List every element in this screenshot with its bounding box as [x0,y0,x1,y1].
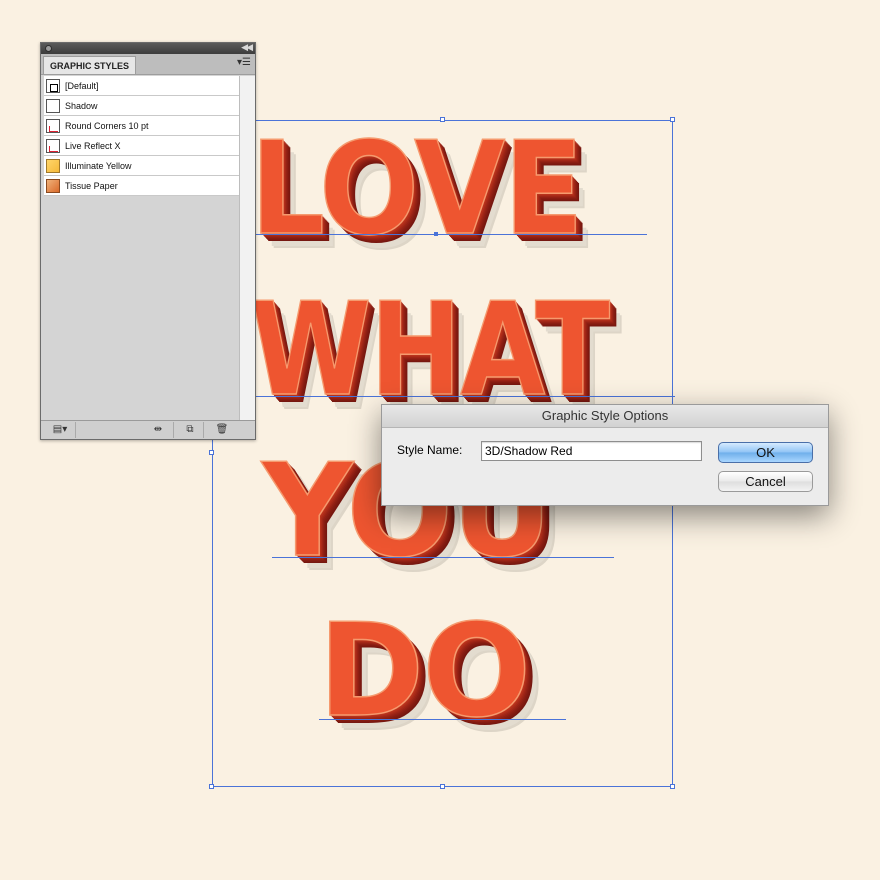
style-item-default[interactable]: [Default] [44,76,239,96]
styles-list: [Default] Shadow Round Corners 10 pt Liv… [44,76,239,196]
style-item-shadow[interactable]: Shadow [44,96,239,116]
style-item-label: Illuminate Yellow [65,160,132,171]
panel-close-icon[interactable] [45,45,52,52]
dialog-title[interactable]: Graphic Style Options [382,405,828,428]
ok-button[interactable]: OK [718,442,813,463]
style-item-label: Live Reflect X [65,140,121,151]
style-item-tissue-paper[interactable]: Tissue Paper [44,176,239,196]
shadow-style-icon [46,98,60,113]
graphic-styles-panel: ◀◀ GRAPHIC STYLES ▾☰ [Default] Shadow Ro… [40,42,256,440]
graphic-style-options-dialog: Graphic Style Options Style Name: OK Can… [381,404,829,506]
panel-collapse-icon[interactable]: ◀◀ [241,42,253,53]
handle-bottom-center[interactable] [440,784,445,789]
round-corners-style-icon [46,118,60,133]
panel-titlebar[interactable]: ◀◀ [41,42,255,54]
handle-top-right[interactable] [670,117,675,122]
panel-footer: ▤▾ ⇹ ⧉ 🗑 [41,420,255,439]
style-item-label: Shadow [65,100,98,111]
tissue-paper-style-icon [46,178,60,193]
style-name-label: Style Name: [397,443,463,457]
break-link-icon[interactable]: ⇹ [143,422,174,438]
style-item-round-corners[interactable]: Round Corners 10 pt [44,116,239,136]
live-reflect-style-icon [46,138,60,153]
illuminate-yellow-style-icon [46,158,60,173]
style-libraries-menu-icon[interactable]: ▤▾ [45,422,76,438]
trash-icon[interactable]: 🗑 [209,422,235,438]
style-item-label: Round Corners 10 pt [65,120,149,131]
style-item-live-reflect[interactable]: Live Reflect X [44,136,239,156]
cancel-button[interactable]: Cancel [718,471,813,492]
style-item-label: [Default] [65,80,99,91]
panel-tabbar: GRAPHIC STYLES ▾☰ [41,54,255,75]
default-style-icon [46,78,60,93]
new-style-icon[interactable]: ⧉ [177,422,204,438]
style-item-illuminate-yellow[interactable]: Illuminate Yellow [44,156,239,176]
style-name-input[interactable] [481,441,702,461]
handle-middle-left[interactable] [209,450,214,455]
panel-scrollbar[interactable] [239,76,255,421]
handle-top-center[interactable] [440,117,445,122]
handle-bottom-right[interactable] [670,784,675,789]
tab-graphic-styles[interactable]: GRAPHIC STYLES [43,56,137,74]
style-item-label: Tissue Paper [65,180,118,191]
panel-menu-icon[interactable]: ▾☰ [237,57,251,68]
handle-bottom-left[interactable] [209,784,214,789]
